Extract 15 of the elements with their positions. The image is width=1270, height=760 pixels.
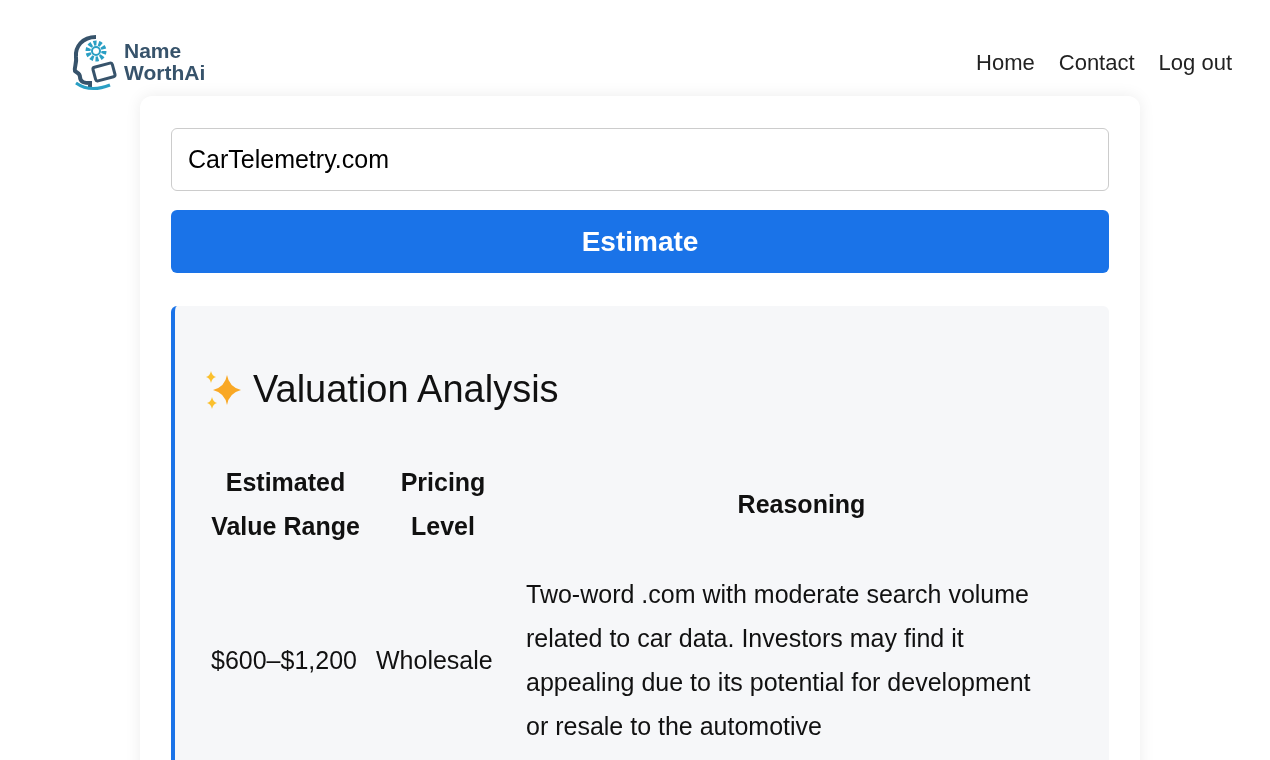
domain-input-field[interactable]: CarTelemetry.com bbox=[171, 128, 1109, 191]
table-cell: Two-word .com with moderate search volume related to car data. Investors may find it appealing due to its potential for development or resale to the automotive bbox=[526, 580, 1031, 740]
estimate-button[interactable]: Estimate bbox=[171, 210, 1109, 273]
logo-text: WorthAi bbox=[124, 62, 206, 84]
column-header: Estimated Value Range bbox=[211, 468, 360, 540]
nav-link[interactable]: Home bbox=[976, 45, 1035, 79]
result-title: Valuation Analysis bbox=[253, 367, 559, 412]
logo-head-icon bbox=[72, 33, 120, 91]
column-header: Pricing Level bbox=[400, 468, 486, 540]
nav-link[interactable]: Log out bbox=[1158, 45, 1232, 79]
nav-link[interactable]: Contact bbox=[1058, 45, 1135, 79]
table-cell: Wholesale bbox=[376, 646, 493, 674]
logo-text: Name bbox=[124, 40, 183, 62]
table-cell: $600–$1,200 bbox=[211, 646, 357, 674]
column-header: Reasoning bbox=[737, 490, 866, 518]
